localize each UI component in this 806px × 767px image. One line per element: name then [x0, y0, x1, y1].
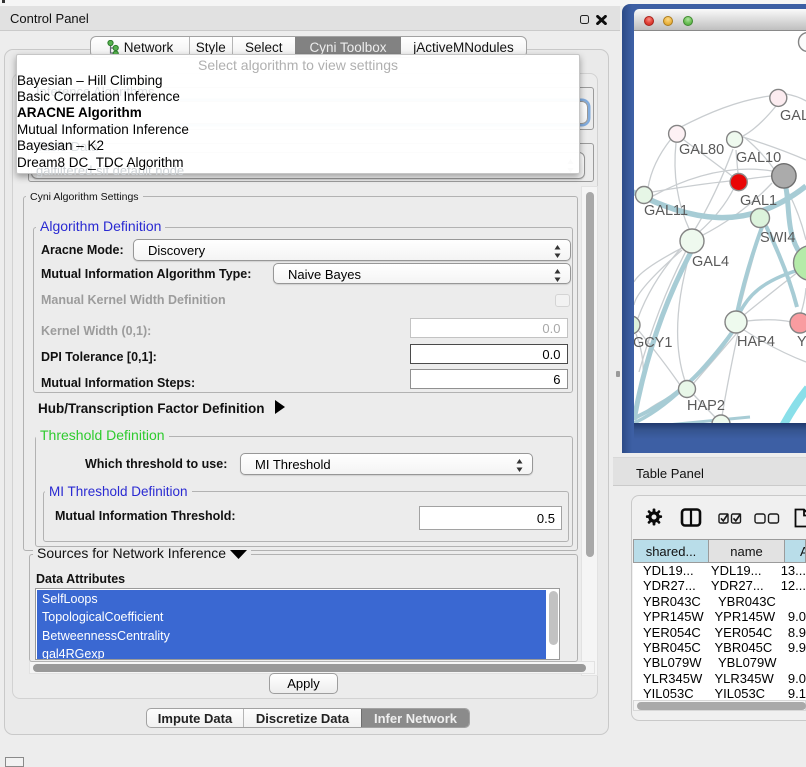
- svg-text:GAL1: GAL1: [740, 193, 777, 209]
- svg-text:GAL7: GAL7: [780, 108, 806, 124]
- svg-text:GAL10: GAL10: [736, 150, 781, 166]
- svg-text:GAL11: GAL11: [644, 203, 688, 219]
- svg-text:GAL4: GAL4: [692, 254, 729, 270]
- svg-text:HAP4: HAP4: [737, 334, 775, 350]
- svg-text:GAL80: GAL80: [679, 142, 724, 158]
- svg-text:YJ: YJ: [797, 334, 806, 350]
- svg-text:HAP2: HAP2: [687, 398, 725, 414]
- svg-text:SWI4: SWI4: [760, 230, 795, 246]
- svg-text:GCY1: GCY1: [634, 335, 673, 351]
